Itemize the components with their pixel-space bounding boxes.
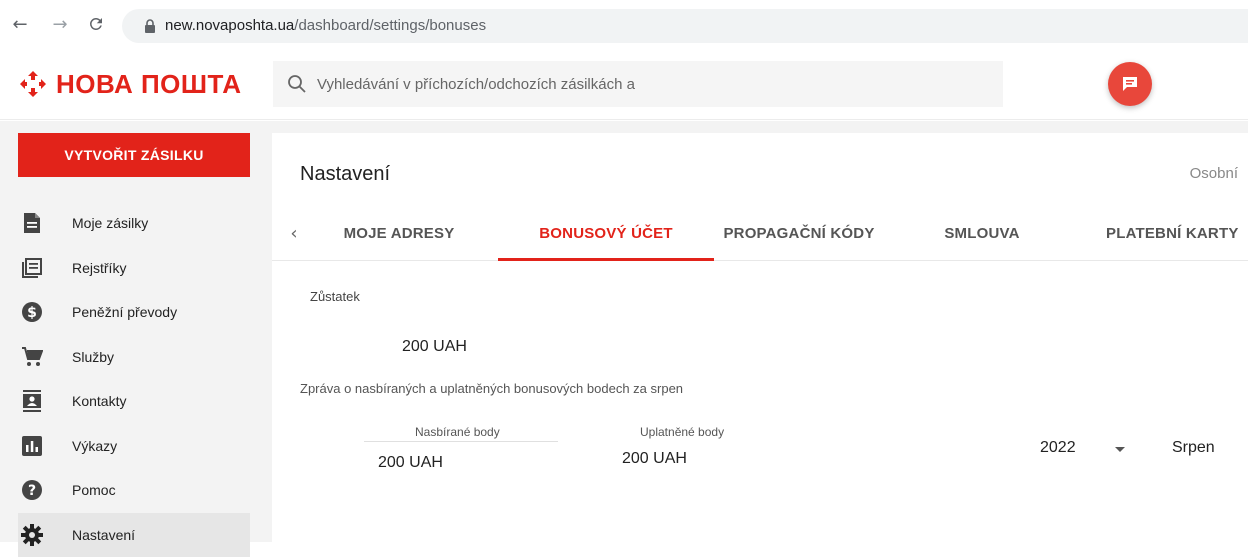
- help-icon: ?: [20, 478, 44, 502]
- balance-value: 200 UAH: [402, 338, 467, 356]
- search-input[interactable]: [317, 61, 997, 107]
- svg-text:?: ?: [28, 483, 36, 499]
- sidebar-item-label: Nastavení: [72, 527, 135, 543]
- sidebar-item-label: Pomoc: [72, 482, 116, 498]
- svg-text:$: $: [27, 305, 37, 321]
- search-icon: [287, 74, 307, 94]
- gear-icon: [20, 523, 44, 547]
- balance-label: Zůstatek: [310, 289, 360, 304]
- contacts-icon: [20, 389, 44, 413]
- tab-promo-codes[interactable]: PROPAGAČNÍ KÓDY: [704, 205, 894, 261]
- chat-button[interactable]: [1108, 62, 1152, 106]
- active-tab-indicator: [498, 258, 714, 261]
- chat-icon: [1121, 75, 1139, 93]
- reload-icon[interactable]: [84, 12, 108, 36]
- sidebar-item-label: Peněžní převody: [72, 304, 177, 320]
- sidebar-item-label: Kontakty: [72, 393, 126, 409]
- search-box[interactable]: [273, 61, 1003, 107]
- settings-tabs: ‹ MOJE ADRESY BONUSOVÝ ÚČET PROPAGAČNÍ K…: [272, 205, 1248, 261]
- sidebar-item-reports[interactable]: Výkazy: [18, 424, 250, 469]
- registry-icon: [20, 256, 44, 280]
- url-text: new.novaposhta.ua/dashboard/settings/bon…: [165, 17, 486, 34]
- sidebar-item-label: Moje zásilky: [72, 215, 148, 231]
- create-shipment-button[interactable]: VYTVOŘIT ZÁSILKU: [18, 133, 250, 177]
- address-bar[interactable]: new.novaposhta.ua/dashboard/settings/bon…: [122, 9, 1248, 43]
- used-points-value: 200 UAH: [622, 450, 687, 468]
- tab-payment-cards[interactable]: PLATEBNÍ KARTY: [1106, 205, 1248, 261]
- sidebar-item-services[interactable]: Služby: [18, 335, 250, 380]
- sidebar-item-settings[interactable]: Nastavení: [18, 513, 250, 557]
- logo-mark-icon: [18, 69, 48, 99]
- sidebar: VYTVOŘIT ZÁSILKU Moje zásilky Rejstříky …: [18, 133, 250, 542]
- cart-icon: [20, 345, 44, 369]
- bar-chart-icon: [20, 434, 44, 458]
- month-select[interactable]: Srpen: [1172, 439, 1215, 457]
- tab-contract[interactable]: SMLOUVA: [922, 205, 1042, 261]
- lock-icon: [144, 19, 156, 33]
- chevron-left-icon[interactable]: ‹: [284, 223, 304, 243]
- app-header: НОВА ПОШТА: [0, 50, 1248, 120]
- nova-poshta-logo[interactable]: НОВА ПОШТА: [18, 68, 242, 100]
- report-description: Zpráva o nasbíraných a uplatněných bonus…: [300, 381, 740, 396]
- used-points-label: Uplatněné body: [640, 425, 724, 439]
- year-select[interactable]: 2022: [1040, 439, 1076, 457]
- sidebar-item-label: Výkazy: [72, 438, 117, 454]
- collected-header-divider: [364, 441, 558, 442]
- settings-card: Nastavení Osobní ‹ MOJE ADRESY BONUSOVÝ …: [272, 133, 1248, 542]
- sidebar-item-label: Služby: [72, 349, 114, 365]
- sidebar-item-help[interactable]: ? Pomoc: [18, 468, 250, 513]
- collected-points-label: Nasbírané body: [415, 425, 500, 439]
- sidebar-item-registries[interactable]: Rejstříky: [18, 246, 250, 291]
- logo-text: НОВА ПОШТА: [56, 69, 242, 100]
- tab-bonus-account[interactable]: BONUSOVÝ ÚČET: [498, 205, 714, 261]
- back-arrow-icon[interactable]: ←: [8, 12, 32, 36]
- sidebar-item-my-shipments[interactable]: Moje zásilky: [18, 201, 250, 246]
- page-title: Nastavení: [300, 163, 390, 186]
- dollar-icon: $: [20, 300, 44, 324]
- sidebar-item-label: Rejstříky: [72, 260, 126, 276]
- collected-points-value: 200 UAH: [378, 454, 443, 472]
- chevron-down-icon[interactable]: [1115, 447, 1125, 452]
- personal-link[interactable]: Osobní: [1190, 165, 1238, 182]
- sidebar-item-money-transfers[interactable]: $ Peněžní převody: [18, 290, 250, 335]
- document-icon: [20, 211, 44, 235]
- forward-arrow-icon[interactable]: →: [48, 12, 72, 36]
- sidebar-item-contacts[interactable]: Kontakty: [18, 379, 250, 424]
- tab-addresses[interactable]: MOJE ADRESY: [324, 205, 474, 261]
- sidebar-nav: Moje zásilky Rejstříky $ Peněžní převody…: [18, 201, 250, 557]
- browser-toolbar: ← → new.novaposhta.ua/dashboard/settings…: [0, 0, 1248, 50]
